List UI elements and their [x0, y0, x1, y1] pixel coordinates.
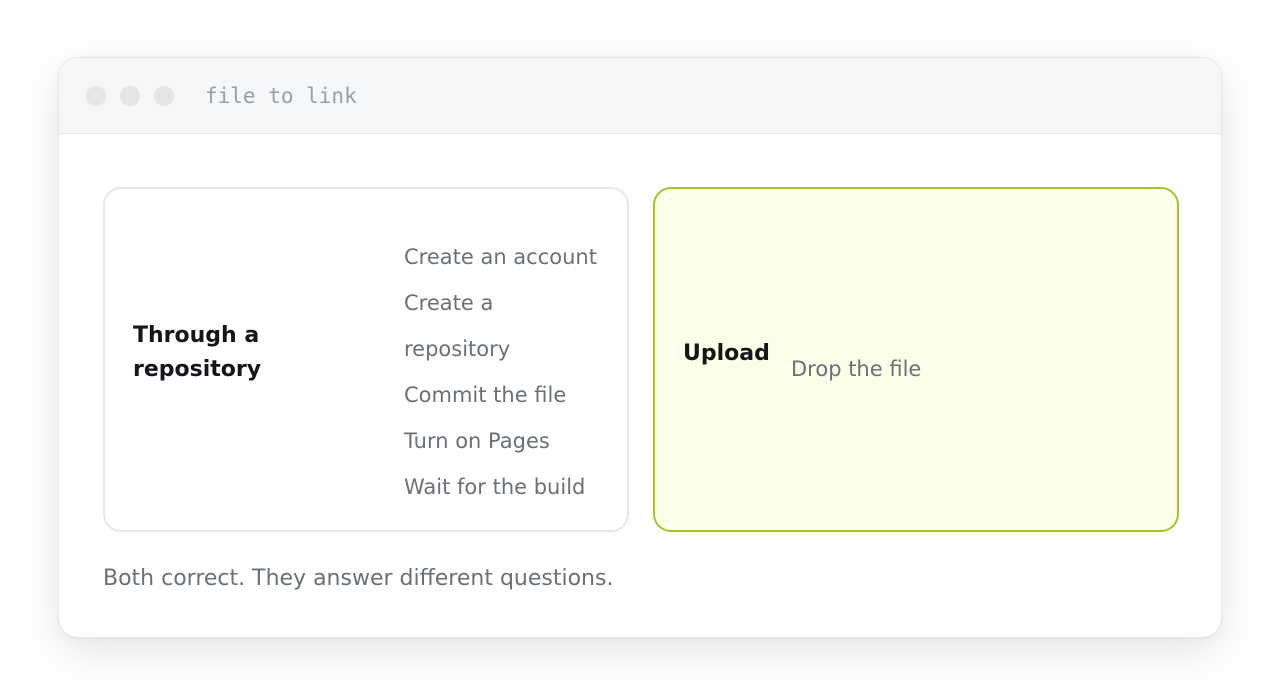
upload-step: Drop the file [791, 357, 922, 381]
window-minimize-dot[interactable] [120, 86, 140, 106]
repository-step: Commit the file [404, 383, 567, 407]
window-maximize-dot[interactable] [154, 86, 174, 106]
comparison-caption: Both correct. They answer different ques… [103, 566, 614, 591]
window: file to link Through a repository Create… [58, 57, 1222, 638]
repository-step: Create a repository [404, 291, 511, 361]
upload-option-card: Upload Drop the file [653, 187, 1179, 532]
repository-option-label: Through a repository [133, 323, 262, 382]
window-titlebar: file to link [59, 58, 1221, 134]
repository-option-card: Through a repository Create an account C… [103, 187, 629, 532]
repository-steps-list: Create an account Create a repository Co… [404, 234, 616, 510]
repository-step: Turn on Pages [404, 429, 550, 453]
window-close-dot[interactable] [86, 86, 106, 106]
window-title: file to link [205, 84, 357, 108]
repository-step: Wait for the build [404, 475, 586, 499]
repository-step: Create an account [404, 245, 597, 269]
upload-option-label: Upload [683, 341, 770, 366]
